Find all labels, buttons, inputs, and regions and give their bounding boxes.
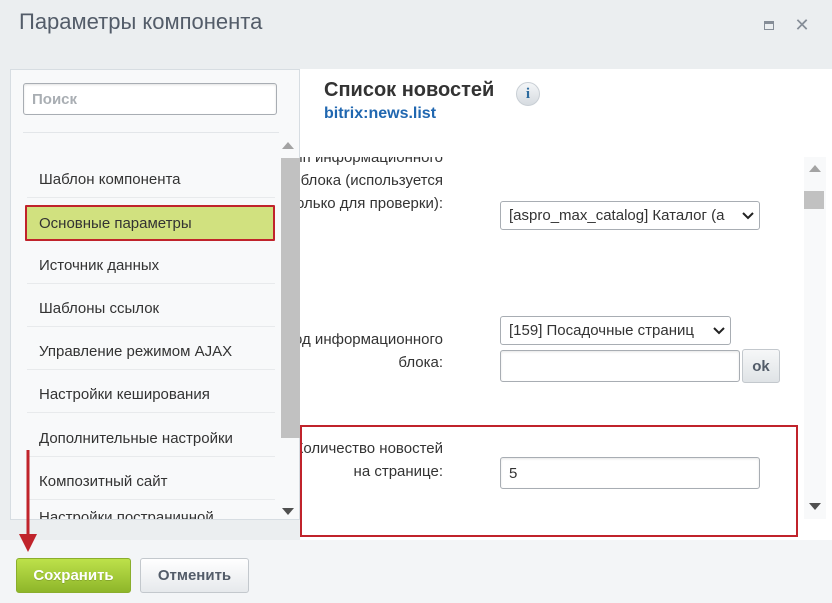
settings-scrollbar[interactable] [804, 157, 826, 519]
sidebar-item-composite-site[interactable]: Композитный сайт [27, 464, 275, 500]
scroll-thumb[interactable] [281, 158, 301, 438]
dialog-titlebar[interactable]: Параметры компонента ✕ [0, 0, 832, 50]
sidebar-item-component-template[interactable]: Шаблон компонента [27, 162, 275, 198]
sidebar-item-link-templates[interactable]: Шаблоны ссылок [27, 291, 275, 327]
info-icon[interactable]: i [516, 82, 540, 106]
sidebar-item-ajax-mode[interactable]: Управление режимом AJAX [27, 334, 275, 370]
scroll-up-icon[interactable] [282, 142, 294, 149]
ok-button[interactable]: ok [742, 349, 780, 383]
highlight-frame [300, 425, 798, 537]
iblock-code-value: [159] Посадочные страниц [509, 322, 694, 339]
sidebar-item-data-source[interactable]: Источник данных [27, 248, 275, 284]
chevron-down-icon [737, 211, 759, 220]
iblock-type-select[interactable]: [aspro_max_catalog] Каталог (а [500, 201, 760, 230]
scroll-up-icon[interactable] [809, 165, 821, 172]
close-icon[interactable]: ✕ [791, 14, 813, 36]
chevron-down-icon [708, 326, 730, 335]
sidebar-item-pagination-settings[interactable]: Настройки постраничной [27, 500, 275, 519]
scroll-thumb[interactable] [804, 191, 824, 209]
scroll-down-icon[interactable] [282, 508, 294, 515]
sidebar-list: Шаблон компонента Основные параметры Ист… [11, 70, 275, 519]
iblock-type-label: Тип информационного блока (используется … [300, 157, 443, 212]
sidebar-panel: Шаблон компонента Основные параметры Ист… [10, 69, 301, 520]
arrow-down-annotation-icon [19, 450, 37, 552]
iblock-code-input[interactable] [500, 350, 740, 382]
settings-panel: Список новостей i bitrix:news.list Тип и… [300, 69, 832, 540]
cancel-button[interactable]: Отменить [140, 558, 249, 593]
maximize-icon[interactable] [758, 14, 780, 36]
dialog-title: Параметры компонента [19, 9, 263, 34]
iblock-type-value: [aspro_max_catalog] Каталог (а [509, 207, 725, 224]
iblock-code-select[interactable]: [159] Посадочные страниц [500, 316, 731, 345]
iblock-code-label: Код информационного блока: [300, 331, 443, 371]
sidebar-item-additional-settings[interactable]: Дополнительные настройки [27, 421, 275, 457]
sidebar-scrollbar[interactable] [277, 136, 301, 518]
scroll-down-icon[interactable] [809, 503, 821, 510]
component-title: Список новостей [324, 79, 495, 101]
save-button[interactable]: Сохранить [16, 558, 131, 593]
sidebar-item-cache-settings[interactable]: Настройки кеширования [27, 377, 275, 413]
component-code: bitrix:news.list [324, 105, 437, 122]
sidebar-item-main-params[interactable]: Основные параметры [25, 205, 275, 241]
